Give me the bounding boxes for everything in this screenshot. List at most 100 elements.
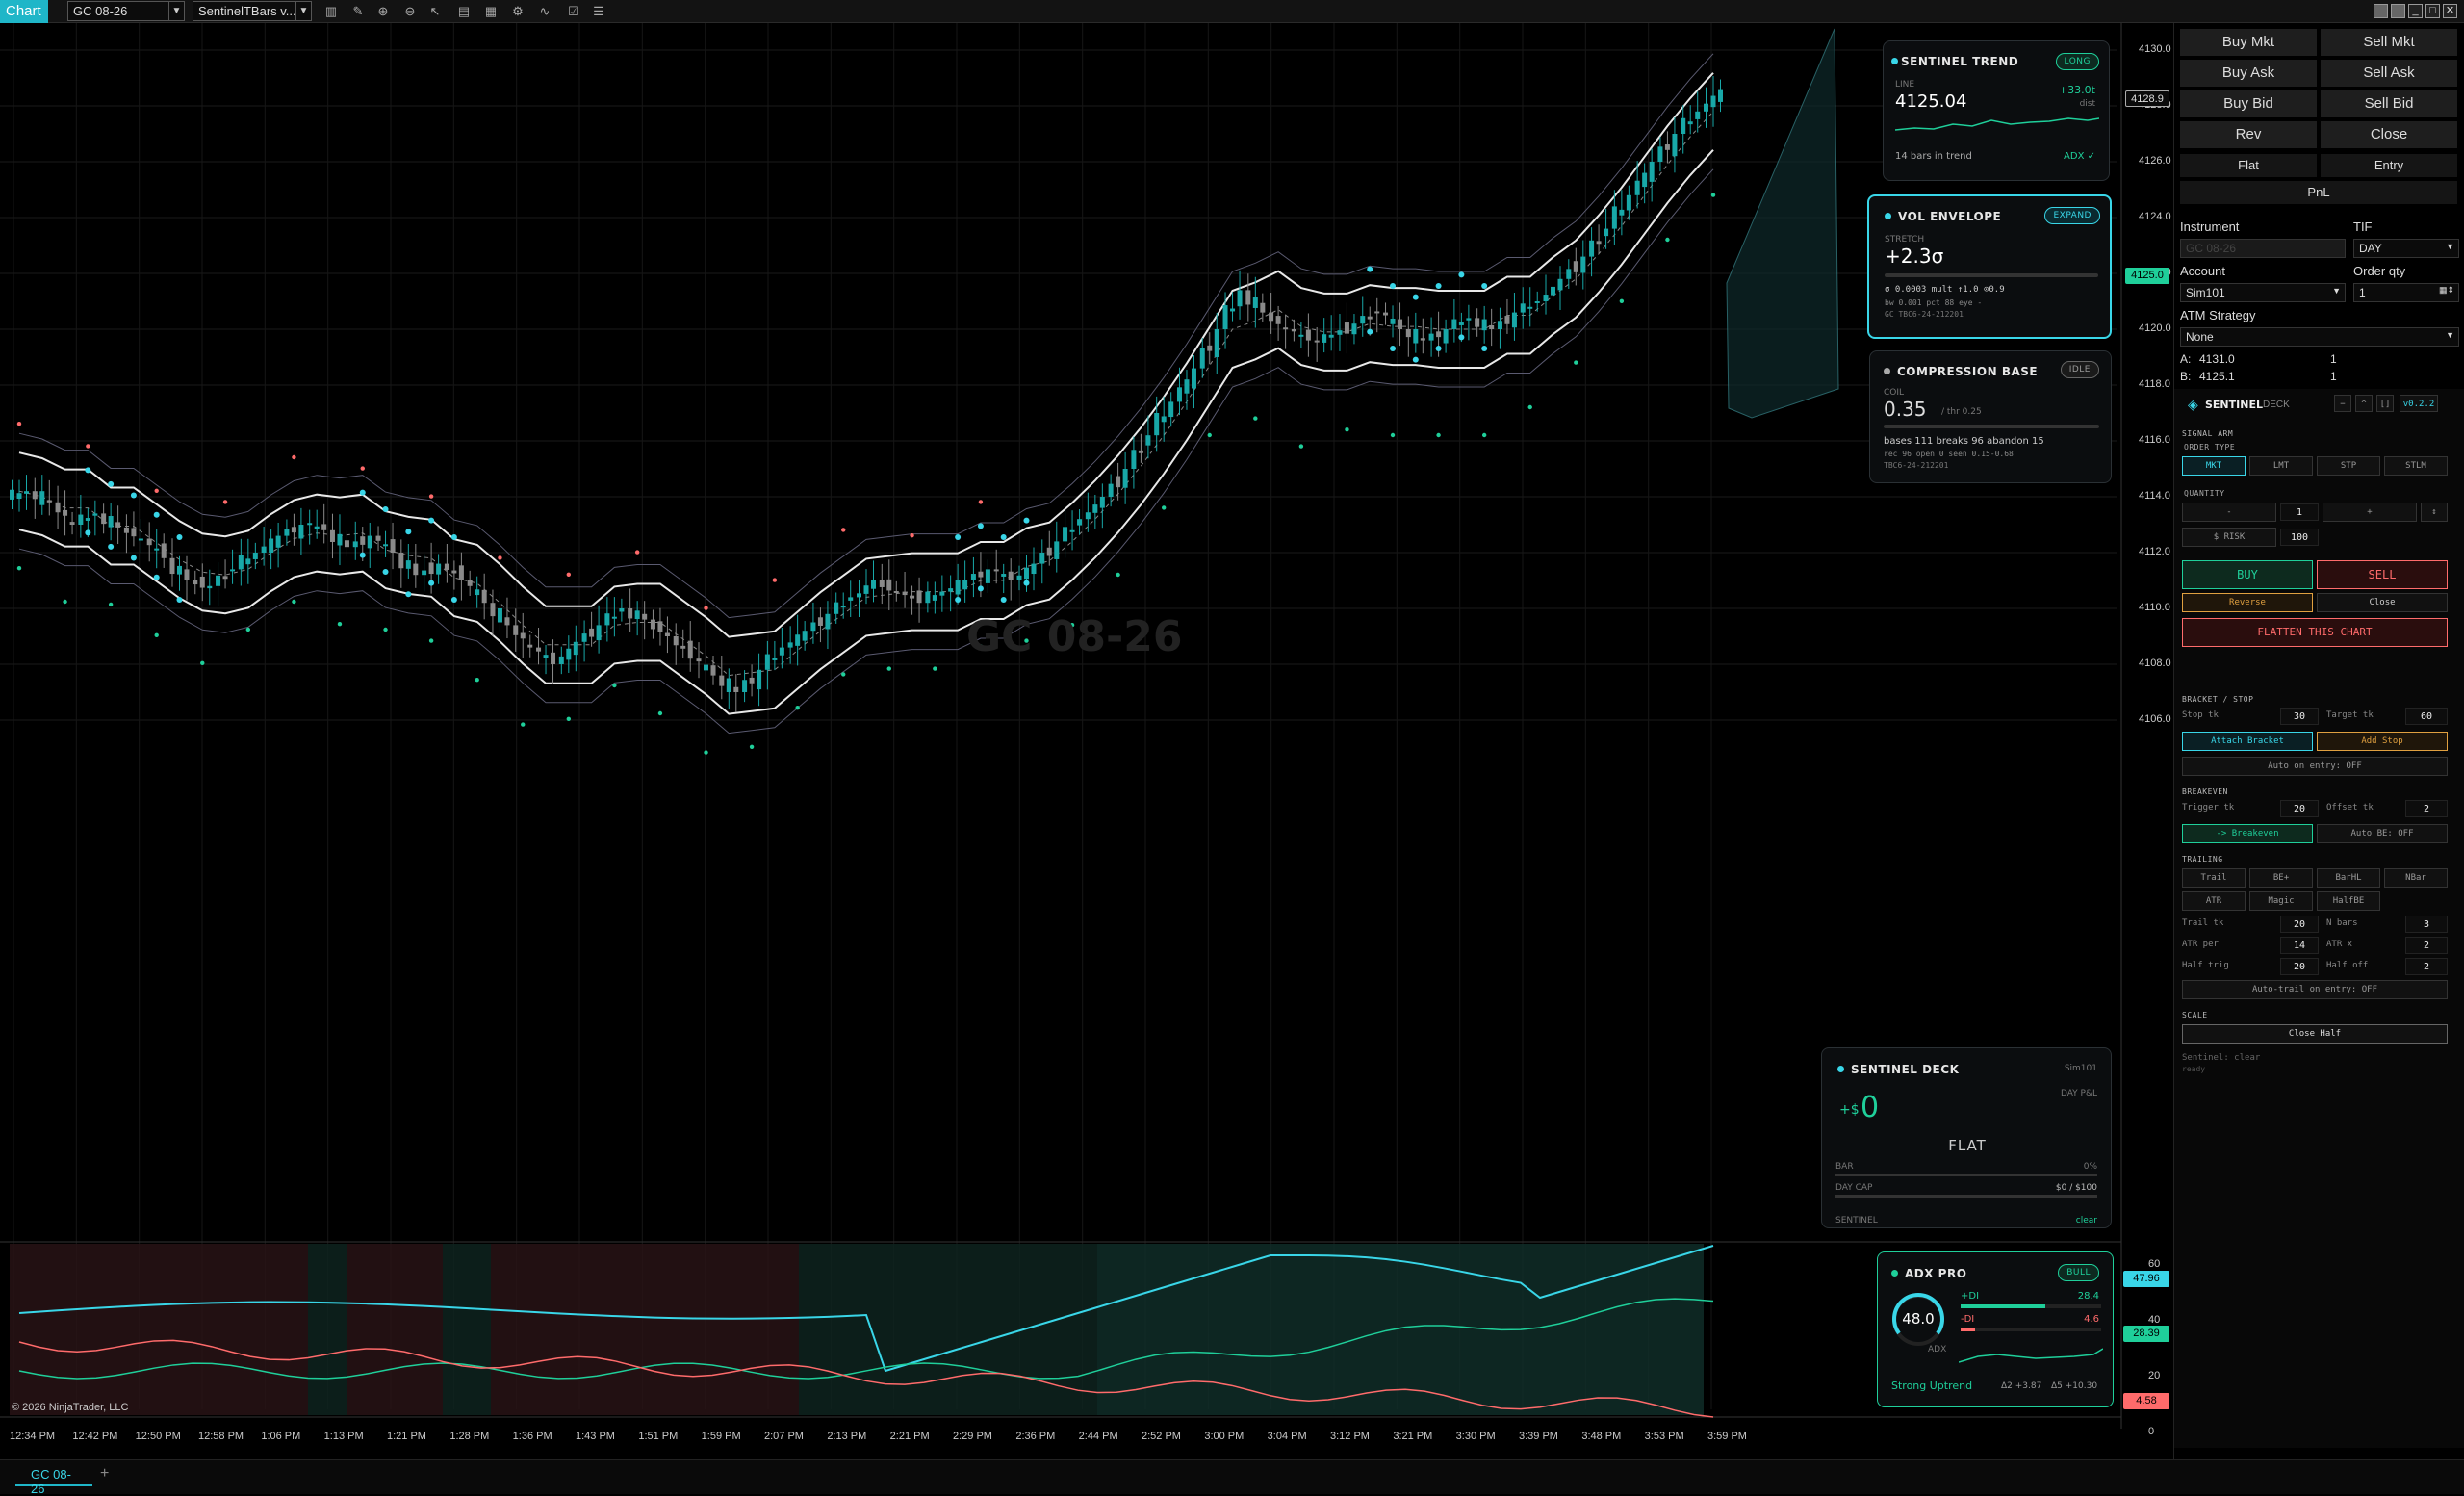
half-trig-field[interactable]: 20 bbox=[2280, 958, 2319, 975]
qty-mode-button[interactable]: ↕ bbox=[2421, 503, 2448, 522]
zoom-out-icon[interactable]: ⊖ bbox=[402, 4, 418, 19]
bar-type-icon[interactable]: ▥ bbox=[323, 4, 339, 19]
time-axis-label: 3:00 PM bbox=[1204, 1431, 1245, 1442]
candle-body bbox=[1557, 278, 1563, 291]
deck-status: Sentinel: clear bbox=[2182, 1053, 2261, 1063]
candle-body bbox=[1489, 324, 1495, 329]
order-type-stp[interactable]: STP bbox=[2317, 456, 2380, 476]
zoom-in-icon[interactable]: ⊕ bbox=[375, 4, 391, 19]
buy-market-button[interactable]: Buy Mkt bbox=[2180, 29, 2317, 56]
restore-icon[interactable] bbox=[2391, 4, 2405, 18]
indicators-icon[interactable]: ∿ bbox=[537, 4, 552, 19]
close-half-button[interactable]: Close Half bbox=[2182, 1024, 2448, 1044]
chart-tab[interactable]: Chart bbox=[0, 0, 48, 23]
be-plus-button[interactable]: BE+ bbox=[2249, 868, 2313, 888]
stepper-icon[interactable]: ▦⇕ bbox=[2439, 285, 2454, 296]
auto-trail-toggle[interactable]: Auto-trail on entry: OFF bbox=[2182, 980, 2448, 999]
high-price-tag: 4128.9 bbox=[2125, 90, 2169, 107]
candle-body bbox=[1237, 290, 1243, 307]
time-axis-label: 1:36 PM bbox=[512, 1431, 552, 1442]
support-dot bbox=[1207, 432, 1212, 438]
time-axis-label: 2:13 PM bbox=[827, 1431, 867, 1442]
deck-float-button[interactable]: [] bbox=[2376, 395, 2394, 412]
attach-bracket-button[interactable]: Attach Bracket bbox=[2182, 732, 2313, 751]
draw-icon[interactable]: ✎ bbox=[350, 4, 366, 19]
close-icon[interactable]: ✕ bbox=[2443, 4, 2457, 18]
auto-entry-toggle[interactable]: Auto on entry: OFF bbox=[2182, 757, 2448, 776]
strategies-icon[interactable]: ⚙ bbox=[510, 4, 526, 19]
candle-body bbox=[520, 632, 526, 639]
breakeven-button[interactable]: -> Breakeven bbox=[2182, 824, 2313, 843]
order-type-mkt[interactable]: MKT bbox=[2182, 456, 2246, 476]
time-axis-label: 2:44 PM bbox=[1078, 1431, 1118, 1442]
minimize-icon[interactable] bbox=[2374, 4, 2388, 18]
candle-body bbox=[704, 664, 709, 671]
account-select[interactable]: Sim101 ▼ bbox=[2180, 283, 2346, 302]
candle-body bbox=[1063, 527, 1068, 542]
support-dot bbox=[933, 666, 937, 671]
flatten-chart-button[interactable]: FLATTEN THIS CHART bbox=[2182, 618, 2448, 647]
data-box-icon[interactable]: ▦ bbox=[483, 4, 499, 19]
atr-x-field[interactable]: 2 bbox=[2405, 937, 2448, 954]
buy-bid-button[interactable]: Buy Bid bbox=[2180, 90, 2317, 117]
instrument-selector[interactable]: GC 08-26 ▼ bbox=[67, 1, 185, 21]
card-title: COMPRESSION BASE bbox=[1897, 365, 2039, 378]
atm-select[interactable]: None ▼ bbox=[2180, 327, 2459, 347]
reverse-deck-button[interactable]: Reverse bbox=[2182, 593, 2313, 612]
order-type-lmt[interactable]: LMT bbox=[2249, 456, 2313, 476]
deck-minimize-button[interactable]: − bbox=[2334, 395, 2351, 412]
minimize-window-icon[interactable]: _ bbox=[2408, 4, 2423, 18]
sell-ask-button[interactable]: Sell Ask bbox=[2321, 60, 2457, 87]
candle-body bbox=[558, 656, 564, 664]
properties-icon[interactable]: ↖ bbox=[427, 4, 443, 19]
sell-market-button[interactable]: Sell Mkt bbox=[2321, 29, 2457, 56]
atr-per-field[interactable]: 14 bbox=[2280, 937, 2319, 954]
trail-tk-field[interactable]: 20 bbox=[2280, 916, 2319, 933]
barhl-button[interactable]: BarHL bbox=[2317, 868, 2380, 888]
reverse-button[interactable]: Rev bbox=[2180, 121, 2317, 148]
magic-button[interactable]: Magic bbox=[2249, 891, 2313, 911]
adx-regime-band bbox=[491, 1244, 799, 1415]
tif-select[interactable]: DAY ▼ bbox=[2353, 239, 2459, 258]
qty-field[interactable]: 1 bbox=[2280, 503, 2319, 521]
nbar-button[interactable]: NBar bbox=[2384, 868, 2448, 888]
auto-be-toggle[interactable]: Auto BE: OFF bbox=[2317, 824, 2448, 843]
bar-type-selector[interactable]: SentinelTBars v... ▼ bbox=[192, 1, 312, 21]
list-icon[interactable]: ☰ bbox=[591, 4, 606, 19]
time-axis-label: 2:29 PM bbox=[953, 1431, 992, 1442]
trigger-tk-field[interactable]: 20 bbox=[2280, 800, 2319, 817]
footer-label: SENTINEL bbox=[1835, 1216, 1878, 1225]
offset-tk-field[interactable]: 2 bbox=[2405, 800, 2448, 817]
trail-button[interactable]: Trail bbox=[2182, 868, 2246, 888]
qty-plus-button[interactable]: + bbox=[2323, 503, 2417, 522]
qty-minus-button[interactable]: - bbox=[2182, 503, 2276, 522]
close-button[interactable]: Close bbox=[2321, 121, 2457, 148]
buy-button[interactable]: BUY bbox=[2182, 560, 2313, 589]
sell-bid-button[interactable]: Sell Bid bbox=[2321, 90, 2457, 117]
candle-body bbox=[916, 590, 922, 604]
add-tab-button[interactable]: + bbox=[100, 1465, 109, 1483]
order-type-stlm[interactable]: STLM bbox=[2384, 456, 2448, 476]
risk-field[interactable]: 100 bbox=[2280, 529, 2319, 546]
add-stop-button[interactable]: Add Stop bbox=[2317, 732, 2448, 751]
ask-label: A: bbox=[2180, 352, 2192, 366]
halfbe-button[interactable]: HalfBE bbox=[2317, 891, 2380, 911]
resistance-dot bbox=[222, 500, 228, 504]
attach-icon[interactable]: ☑ bbox=[566, 4, 581, 19]
tab-gc[interactable]: GC 08-26 bbox=[15, 1463, 92, 1496]
deck-collapse-button[interactable]: ^ bbox=[2355, 395, 2373, 412]
buy-ask-button[interactable]: Buy Ask bbox=[2180, 60, 2317, 87]
time-axis-label: 2:21 PM bbox=[889, 1431, 930, 1442]
maximize-icon[interactable]: □ bbox=[2426, 4, 2440, 18]
close-deck-button[interactable]: Close bbox=[2317, 593, 2448, 612]
sell-button[interactable]: SELL bbox=[2317, 560, 2448, 589]
stop-tk-field[interactable]: 30 bbox=[2280, 708, 2319, 725]
template-icon[interactable]: ▤ bbox=[456, 4, 472, 19]
instrument-field[interactable]: GC 08-26 bbox=[2180, 239, 2346, 258]
target-tk-field[interactable]: 60 bbox=[2405, 708, 2448, 725]
price-chart[interactable] bbox=[0, 23, 2175, 1467]
half-off-field[interactable]: 2 bbox=[2405, 958, 2448, 975]
order-qty-input[interactable]: 1 ▦⇕ bbox=[2353, 283, 2459, 302]
atr-button[interactable]: ATR bbox=[2182, 891, 2246, 911]
nbars-field[interactable]: 3 bbox=[2405, 916, 2448, 933]
